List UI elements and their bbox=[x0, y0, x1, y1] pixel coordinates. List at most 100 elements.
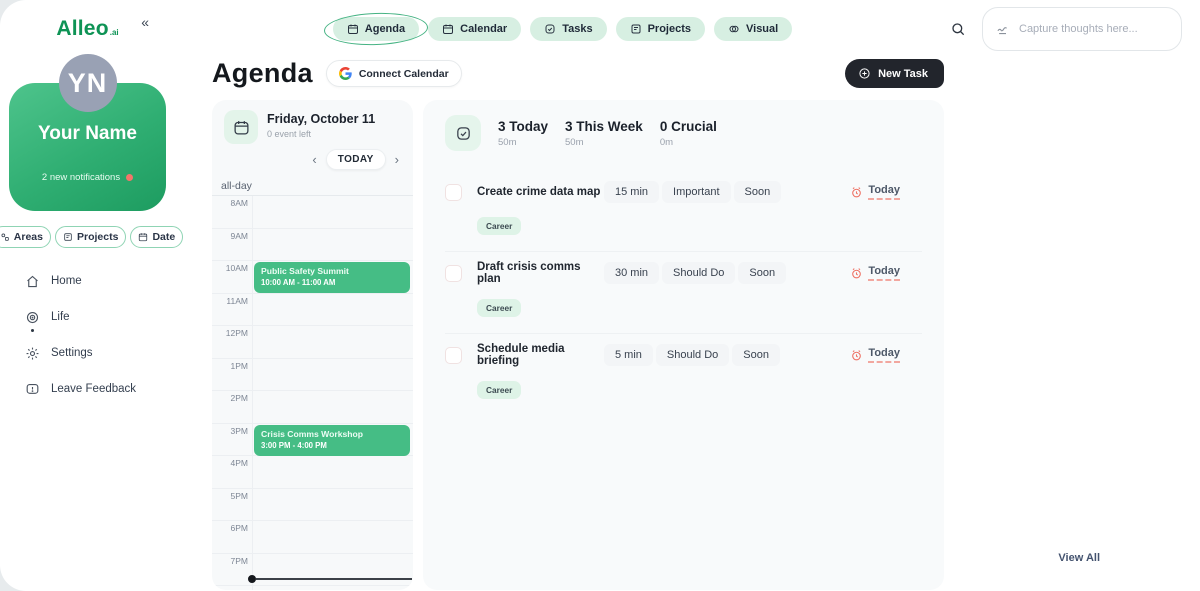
hour-label: 8AM bbox=[212, 198, 248, 208]
projects-icon bbox=[63, 232, 73, 242]
calendar-icon bbox=[442, 23, 454, 35]
hour-row[interactable]: 8PM bbox=[212, 586, 413, 590]
today-button[interactable]: TODAY bbox=[326, 149, 386, 170]
hour-label: 6PM bbox=[212, 523, 248, 533]
gear-icon bbox=[25, 346, 40, 361]
hour-row[interactable]: 11AM bbox=[212, 294, 413, 327]
capture-thoughts-box[interactable] bbox=[982, 7, 1182, 51]
duration-pill[interactable]: 30 min bbox=[604, 262, 659, 284]
urgency-pill[interactable]: Soon bbox=[738, 262, 786, 284]
sidebar-item-label: Leave Feedback bbox=[51, 383, 136, 395]
task-checkbox[interactable] bbox=[445, 184, 462, 201]
all-day-row: all-day bbox=[212, 176, 413, 196]
priority-pill[interactable]: Should Do bbox=[656, 344, 729, 366]
task-tag[interactable]: Career bbox=[477, 299, 521, 317]
sidebar-item-home[interactable]: Home bbox=[25, 272, 175, 290]
urgency-pill[interactable]: Soon bbox=[734, 181, 782, 203]
calendar-icon-tile bbox=[224, 110, 258, 144]
prev-day-chevron[interactable]: ‹ bbox=[310, 151, 318, 168]
hour-row[interactable]: 9AM bbox=[212, 229, 413, 262]
urgency-pill[interactable]: Soon bbox=[732, 344, 780, 366]
projects-button[interactable]: Projects bbox=[55, 226, 126, 248]
task-title: Schedule media briefing bbox=[477, 343, 604, 367]
search-button[interactable] bbox=[950, 21, 966, 37]
stat-sub: 50m bbox=[565, 137, 643, 148]
hour-label: 11AM bbox=[212, 296, 248, 306]
tab-calendar[interactable]: Calendar bbox=[428, 17, 521, 41]
hour-row[interactable]: 4PM bbox=[212, 456, 413, 489]
duration-pill[interactable]: 5 min bbox=[604, 344, 653, 366]
calendar-icon bbox=[138, 232, 148, 242]
check-square-icon bbox=[544, 23, 556, 35]
priority-pill[interactable]: Should Do bbox=[662, 262, 735, 284]
hour-label: 3PM bbox=[212, 426, 248, 436]
kanban-icon bbox=[630, 23, 642, 35]
check-square-icon bbox=[455, 125, 472, 142]
task-tag[interactable]: Career bbox=[477, 381, 521, 399]
areas-icon bbox=[0, 232, 10, 242]
tab-projects[interactable]: Projects bbox=[616, 17, 705, 41]
due-date[interactable]: Today bbox=[850, 184, 900, 200]
task-checkbox[interactable] bbox=[445, 347, 462, 364]
calendar-event[interactable]: Crisis Comms Workshop 3:00 PM - 4:00 PM bbox=[254, 425, 410, 456]
calendar-event[interactable]: Public Safety Summit 10:00 AM - 11:00 AM bbox=[254, 262, 410, 293]
tab-tasks[interactable]: Tasks bbox=[530, 17, 606, 41]
hour-row[interactable]: 5PM bbox=[212, 489, 413, 522]
hour-label: 4PM bbox=[212, 458, 248, 468]
notifications-text: 2 new notifications bbox=[42, 172, 120, 183]
tab-visual[interactable]: Visual bbox=[714, 17, 792, 41]
hour-row[interactable]: 2PM bbox=[212, 391, 413, 424]
areas-button[interactable]: Areas bbox=[0, 226, 51, 248]
date-button[interactable]: Date bbox=[130, 226, 183, 248]
calendar-panel: Friday, October 11 0 event left ‹ TODAY … bbox=[212, 100, 413, 590]
date-label: Date bbox=[152, 231, 175, 243]
avatar[interactable]: YN bbox=[59, 54, 117, 112]
tab-label: Calendar bbox=[460, 23, 507, 35]
hour-label: 12PM bbox=[212, 328, 248, 338]
sidebar-item-life[interactable]: Life bbox=[25, 308, 175, 326]
app-logo: Alleo bbox=[56, 17, 108, 41]
page-header: Agenda Connect Calendar New Task bbox=[212, 58, 944, 89]
event-time: 10:00 AM - 11:00 AM bbox=[261, 278, 403, 287]
hour-label: 1PM bbox=[212, 361, 248, 371]
tab-agenda[interactable]: Agenda bbox=[333, 17, 419, 41]
due-label: Today bbox=[868, 184, 900, 200]
google-g-icon bbox=[339, 67, 352, 80]
new-task-button[interactable]: New Task bbox=[845, 59, 944, 88]
sidebar-nav: Home Life Settings Leave Feedback bbox=[0, 272, 175, 398]
app-logo-suffix: .ai bbox=[110, 28, 119, 37]
event-title: Crisis Comms Workshop bbox=[261, 429, 403, 439]
priority-pill[interactable]: Important bbox=[662, 181, 730, 203]
stat-this-week: 3 This Week 50m bbox=[565, 119, 643, 148]
connect-calendar-button[interactable]: Connect Calendar bbox=[326, 60, 462, 87]
calendar-date-title: Friday, October 11 bbox=[267, 110, 375, 126]
feedback-icon bbox=[25, 382, 40, 397]
notification-dot bbox=[126, 174, 133, 181]
due-date[interactable]: Today bbox=[850, 347, 900, 363]
task-row: Create crime data map 15 min Important S… bbox=[445, 172, 922, 251]
task-row: Draft crisis comms plan 30 min Should Do… bbox=[445, 251, 922, 333]
capture-thoughts-input[interactable] bbox=[1019, 23, 1168, 35]
next-day-chevron[interactable]: › bbox=[393, 151, 401, 168]
hour-row[interactable]: 1PM bbox=[212, 359, 413, 392]
task-tag[interactable]: Career bbox=[477, 217, 521, 235]
tab-label: Visual bbox=[746, 23, 778, 35]
hour-label: 5PM bbox=[212, 491, 248, 501]
projects-label: Projects bbox=[77, 231, 118, 243]
page-title: Agenda bbox=[212, 58, 313, 89]
view-all-link[interactable]: View All bbox=[1058, 552, 1100, 564]
task-checkbox[interactable] bbox=[445, 265, 462, 282]
due-date[interactable]: Today bbox=[850, 265, 900, 281]
hour-row[interactable]: 8AM bbox=[212, 196, 413, 229]
sidebar-item-leave-feedback[interactable]: Leave Feedback bbox=[25, 380, 175, 398]
sidebar-item-settings[interactable]: Settings bbox=[25, 344, 175, 362]
hour-row[interactable]: 6PM bbox=[212, 521, 413, 554]
duration-pill[interactable]: 15 min bbox=[604, 181, 659, 203]
tasks-panel: 3 Today 50m 3 This Week 50m 0 Crucial 0m… bbox=[423, 100, 944, 590]
new-task-label: New Task bbox=[878, 68, 928, 80]
sidebar-collapse-icon[interactable]: « bbox=[141, 14, 149, 30]
main-area: Agenda Calendar Tasks Projects Visual bbox=[175, 0, 1200, 591]
hour-row[interactable]: 12PM bbox=[212, 326, 413, 359]
notifications-banner[interactable]: 2 new notifications bbox=[42, 172, 133, 183]
time-grid: all-day 8AM 9AM 10AM 11AM 12PM 1PM 2PM 3… bbox=[212, 176, 413, 590]
